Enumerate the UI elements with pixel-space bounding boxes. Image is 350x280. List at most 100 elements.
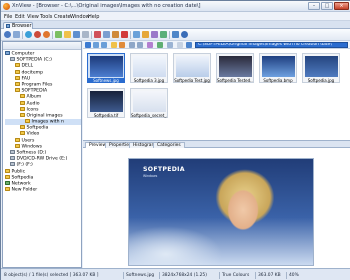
folder-icon: [25, 119, 30, 124]
home-icon[interactable]: [4, 31, 11, 38]
print-icon[interactable]: [82, 31, 89, 38]
tree-item-label: Video: [26, 132, 40, 138]
folder-icon: [20, 112, 25, 117]
thumbnail-item[interactable]: Softnews.jpg: [87, 53, 125, 83]
thumbnail-image: [219, 56, 252, 77]
folder-icon: [15, 75, 20, 80]
open-folder-icon[interactable]: [64, 31, 71, 38]
tree-item[interactable]: New Folder: [5, 187, 81, 193]
preview-logo-text: SOFTPEDIA: [143, 166, 185, 173]
menu-create[interactable]: Create: [54, 14, 71, 20]
tree-item-label: Computer: [11, 51, 35, 57]
folder-icon: [5, 174, 10, 179]
list-view-icon[interactable]: [137, 42, 143, 48]
next-icon[interactable]: [101, 42, 107, 48]
sort-icon[interactable]: [147, 42, 153, 48]
previous-icon[interactable]: [93, 42, 99, 48]
thumbnail-item[interactable]: Softpedia_secret_...: [130, 88, 168, 118]
preview-tab-bar: Preview Properties Histogram Categories: [83, 141, 350, 148]
title-bar[interactable]: XnView - [Browser - C:\...\Original imag…: [1, 1, 350, 12]
preview-image[interactable]: SOFTPEDIA Windows: [128, 158, 314, 266]
new-folder-icon[interactable]: [111, 42, 117, 48]
tree-item-label: Softpedia: [26, 125, 49, 131]
thumbnail-image: [133, 56, 166, 77]
tag-icon[interactable]: [157, 42, 163, 48]
drive-icon: [10, 150, 15, 154]
folder-tree: Computer SOFTPEDIA (C:) DELL docitemp FAU Pro…: [5, 51, 81, 193]
thumbnail-label: Softpedia Tested...: [217, 78, 253, 83]
status-separator: [123, 272, 124, 279]
back-icon[interactable]: [25, 31, 32, 38]
capture-icon[interactable]: [133, 31, 140, 38]
main-toolbar: [1, 29, 350, 41]
menu-file[interactable]: File: [4, 14, 12, 20]
menu-edit[interactable]: Edit: [15, 14, 25, 20]
tree-item-label: Album: [26, 94, 42, 100]
up-folder-icon[interactable]: [85, 42, 91, 48]
thumbnail-view-icon[interactable]: [129, 42, 135, 48]
batch-convert-icon[interactable]: [142, 31, 149, 38]
thumbnail-image: [133, 91, 166, 112]
folder-icon: [20, 131, 25, 136]
folder-tree-header: [3, 42, 81, 50]
folder-icon: [5, 168, 10, 173]
refresh-icon[interactable]: [43, 31, 50, 38]
delete-icon[interactable]: [121, 31, 128, 38]
thumbnail-item[interactable]: Softpedia Tested...: [216, 53, 254, 83]
menu-help[interactable]: Help: [88, 14, 99, 20]
toolbar-separator: [130, 31, 131, 39]
tree-item-label: Softness (D:): [16, 150, 47, 156]
thumbnail-item[interactable]: Softpedia 3.jpg: [130, 53, 168, 83]
status-selection: 8 object(s) / 1 file(s) selected [ 363.0…: [4, 273, 99, 278]
minimize-button[interactable]: –: [308, 2, 320, 10]
save-icon[interactable]: [73, 31, 80, 38]
settings-icon[interactable]: [172, 31, 179, 38]
address-bar[interactable]: C:\SOFTPEDIA\Original images\Images with…: [195, 42, 348, 48]
menu-bar: File Edit View Tools Create Window Help: [1, 12, 350, 21]
copy-icon[interactable]: [103, 31, 110, 38]
window-title: XnView - [Browser - C:\...\Original imag…: [12, 3, 201, 9]
menu-tools[interactable]: Tools: [40, 14, 52, 20]
menu-view[interactable]: View: [27, 14, 39, 20]
app-window: XnView - [Browser - C:\...\Original imag…: [0, 0, 350, 280]
cut-icon[interactable]: [94, 31, 101, 38]
folder-icon: [20, 106, 25, 111]
status-separator: [255, 272, 256, 279]
thumbnail-label: Softpedia.jpg: [307, 78, 335, 83]
thumbnail-item[interactable]: Softpedia Test.jpg: [173, 53, 211, 83]
move-icon[interactable]: [112, 31, 119, 38]
chevron-down-icon[interactable]: [177, 42, 183, 48]
tree-item-label: Network: [11, 181, 31, 187]
folder-icon: [15, 69, 20, 74]
tree-item-label: (F:) (F:): [16, 162, 33, 168]
thumbnail-item[interactable]: Softpedia.jpg: [302, 53, 340, 83]
stop-icon[interactable]: [34, 31, 41, 38]
menu-window[interactable]: Window: [70, 14, 90, 20]
status-separator: [219, 272, 220, 279]
tree-item-label: Original images: [26, 113, 63, 119]
tree-item-label: docitemp: [21, 70, 44, 76]
thumbnail-item[interactable]: Softpedia.tif: [87, 88, 125, 118]
toolbar-separator: [22, 31, 23, 39]
maximize-button[interactable]: □: [321, 2, 333, 10]
filter-icon[interactable]: [119, 42, 125, 48]
thumbnail-image: [90, 91, 123, 112]
folder-icon: [15, 63, 20, 68]
tab-browser[interactable]: Browser: [3, 22, 33, 29]
tree-item-label: Users: [21, 138, 35, 144]
close-button[interactable]: ×: [334, 2, 349, 10]
folder-view-icon[interactable]: [186, 42, 192, 48]
settings-gear-icon[interactable]: [167, 42, 173, 48]
preview-tagline: Windows: [143, 174, 158, 178]
folder-icon: [15, 88, 20, 93]
thumbnail-item[interactable]: Softpedia.bmp: [259, 53, 297, 83]
rotate-icon[interactable]: [151, 31, 158, 38]
help-icon[interactable]: [181, 31, 188, 38]
slideshow-icon[interactable]: [55, 31, 62, 38]
status-filename: Softnews.jpg: [126, 273, 155, 278]
thumbnail-label: Softnews.jpg: [88, 78, 124, 83]
browser-view-icon[interactable]: [13, 31, 20, 38]
status-bar: 8 object(s) / 1 file(s) selected [ 363.0…: [1, 268, 350, 280]
tab-browser-label: Browser: [12, 23, 32, 29]
web-page-icon[interactable]: [160, 31, 167, 38]
